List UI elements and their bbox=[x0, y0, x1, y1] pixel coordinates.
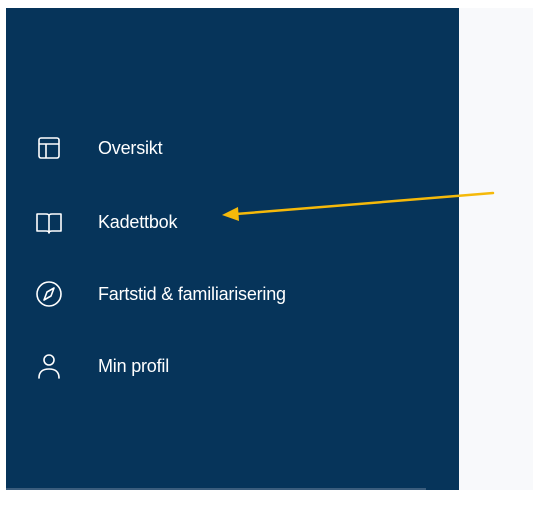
book-icon bbox=[34, 207, 64, 237]
sidebar-item-min-profil[interactable]: Min profil bbox=[34, 346, 434, 386]
sidebar-item-oversikt[interactable]: Oversikt bbox=[34, 128, 434, 168]
sidebar-item-fartstid[interactable]: Fartstid & familiarisering bbox=[34, 274, 434, 314]
sidebar-item-label: Fartstid & familiarisering bbox=[98, 283, 286, 304]
layout-icon bbox=[34, 133, 64, 163]
sidebar-item-label: Kadettbok bbox=[98, 211, 178, 232]
user-icon bbox=[34, 351, 64, 381]
sidebar: Oversikt Kadettbok Fartstid & familiaris… bbox=[6, 8, 459, 490]
sidebar-item-kadettbok[interactable]: Kadettbok bbox=[34, 202, 434, 242]
sidebar-item-label: Min profil bbox=[98, 355, 170, 376]
main-content bbox=[459, 8, 533, 490]
sidebar-item-label: Oversikt bbox=[98, 137, 163, 158]
sidebar-divider bbox=[6, 488, 426, 490]
compass-icon bbox=[34, 279, 64, 309]
